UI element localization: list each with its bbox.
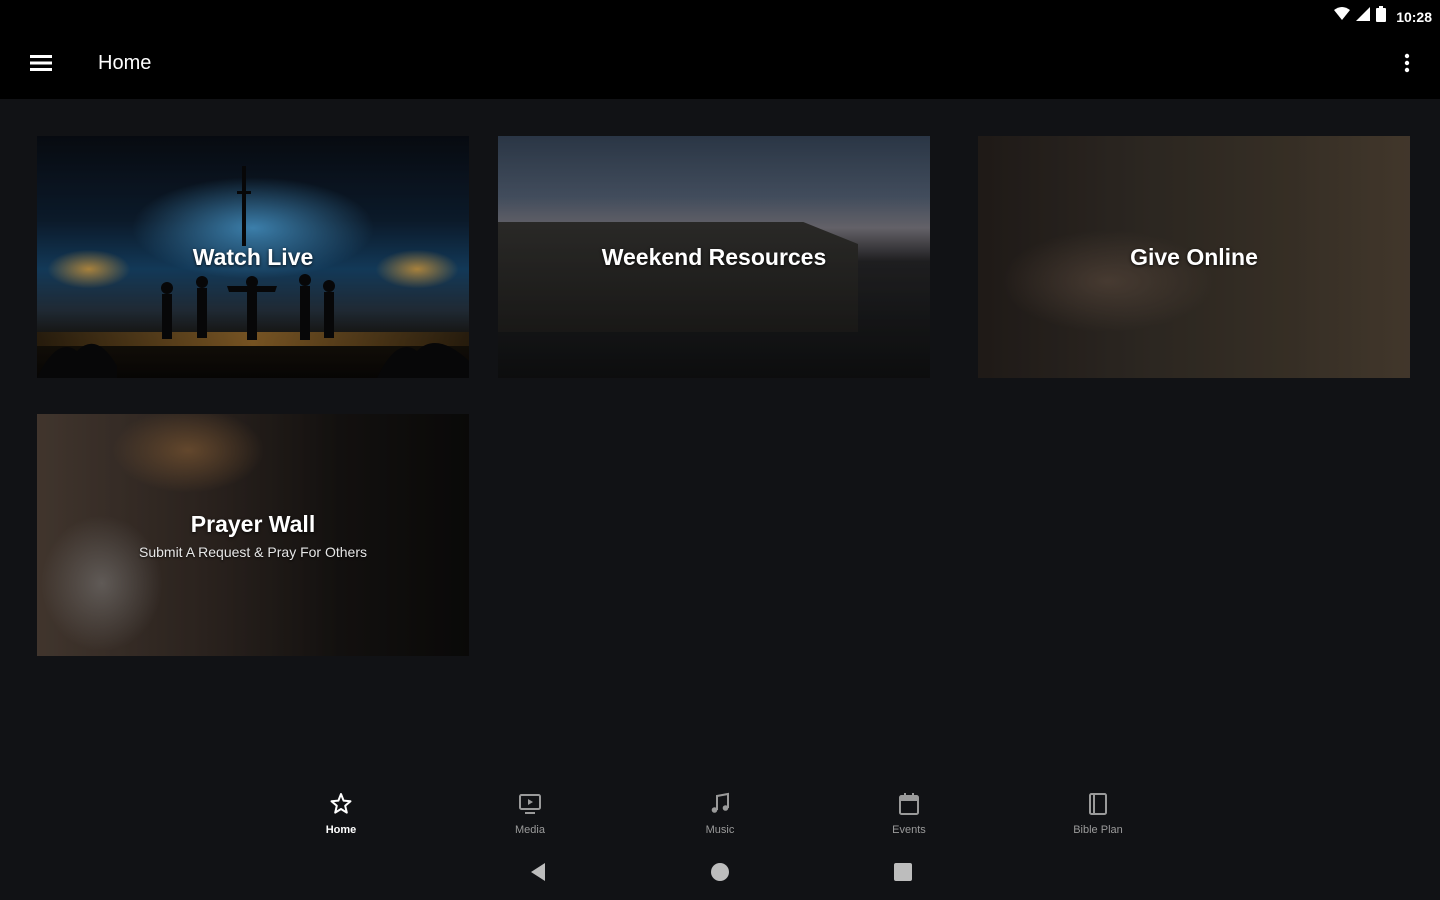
status-time: 10:28 [1396, 8, 1432, 25]
nav-label-events: Events [892, 824, 926, 836]
recents-button[interactable] [891, 862, 915, 886]
give-online-title: Give Online [1130, 243, 1258, 270]
prayer-wall-tile[interactable]: Prayer Wall Submit A Request & Pray For … [37, 414, 469, 656]
back-icon [529, 862, 547, 887]
system-navigation [0, 846, 1440, 900]
back-button[interactable] [526, 862, 550, 886]
tv-icon [518, 792, 542, 821]
signal-icon [1356, 7, 1371, 26]
watch-live-title: Watch Live [192, 243, 314, 270]
menu-button[interactable] [24, 48, 58, 82]
home-button[interactable] [708, 862, 732, 886]
book-icon [1086, 792, 1110, 821]
watch-live-tile[interactable]: Watch Live [37, 136, 469, 378]
page-title: Home [98, 52, 152, 74]
app-bar: Home [0, 30, 1440, 99]
home-circle-icon [710, 862, 730, 887]
status-icons: 10:28 [1334, 6, 1432, 27]
weekend-resources-title: Weekend Resources [601, 243, 827, 270]
nav-label-bible-plan: Bible Plan [1073, 824, 1123, 836]
prayer-wall-subtitle: Submit A Request & Pray For Others [139, 543, 367, 560]
nav-item-home[interactable]: Home [291, 792, 391, 836]
bottom-navigation: Home Media Music Events Bible Plan [0, 780, 1440, 846]
status-bar: 10:28 [0, 0, 1440, 30]
menu-icon [30, 54, 52, 77]
nav-item-music[interactable]: Music [670, 792, 770, 836]
nav-item-media[interactable]: Media [480, 792, 580, 836]
nav-item-bible-plan[interactable]: Bible Plan [1048, 792, 1148, 836]
nav-label-media: Media [515, 824, 545, 836]
more-options-button[interactable] [1392, 48, 1422, 82]
wifi-icon [1334, 7, 1351, 26]
give-online-tile[interactable]: Give Online [978, 136, 1410, 378]
star-icon [329, 792, 353, 821]
prayer-wall-title: Prayer Wall [190, 510, 316, 537]
nav-item-events[interactable]: Events [859, 792, 959, 836]
music-note-icon [708, 792, 732, 821]
calendar-icon [897, 792, 921, 821]
nav-label-home: Home [325, 824, 357, 836]
recents-icon [893, 862, 913, 887]
more-vert-icon [1404, 53, 1410, 78]
battery-icon [1376, 6, 1387, 27]
nav-label-music: Music [705, 824, 735, 836]
weekend-resources-tile[interactable]: Weekend Resources [498, 136, 930, 378]
